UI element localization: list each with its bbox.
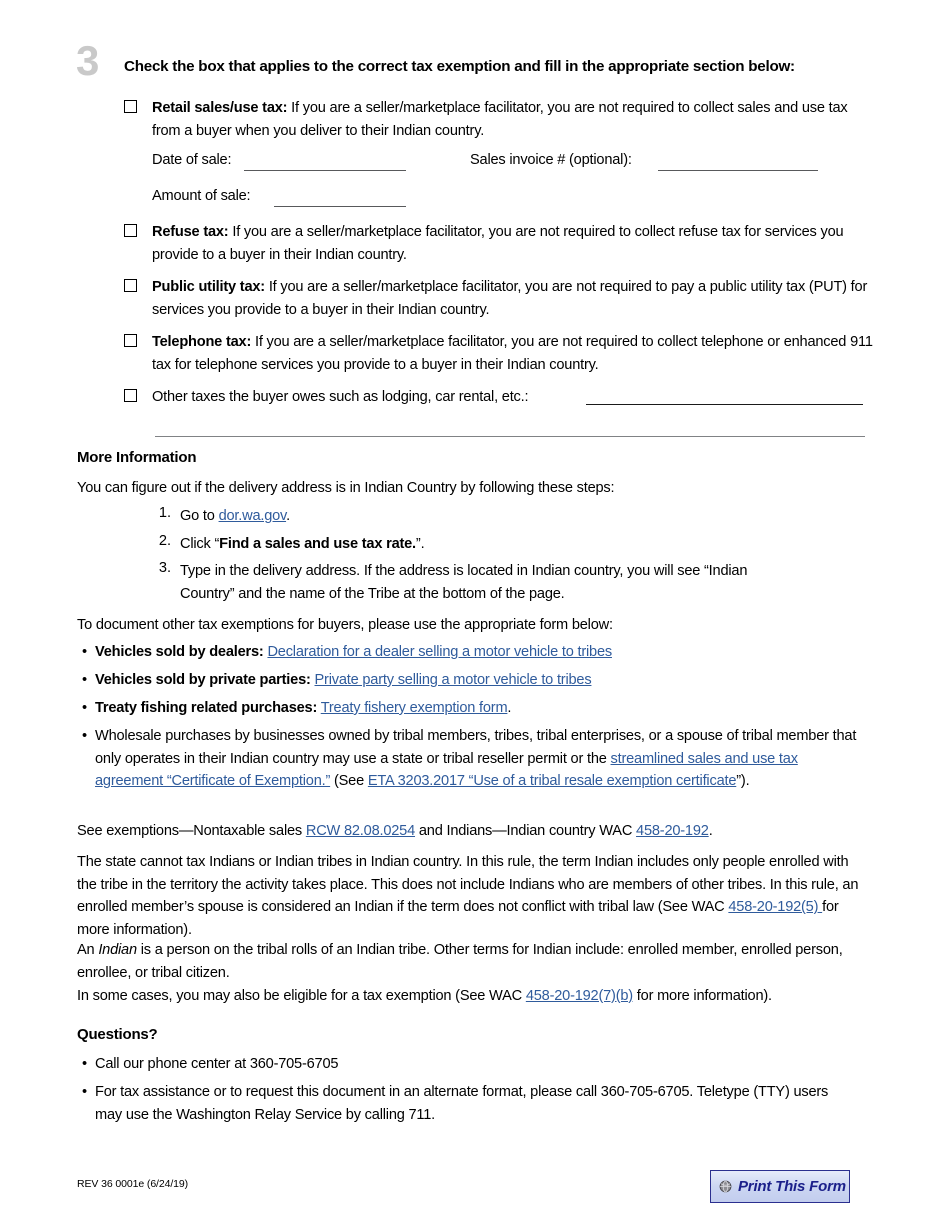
sales-invoice-input[interactable] xyxy=(658,170,818,171)
step-marker-1: 1. xyxy=(158,505,171,521)
some-cases-part1: In some cases, you may also be eligible … xyxy=(77,988,526,1004)
amount-of-sale-input[interactable] xyxy=(274,206,406,207)
paragraph-some-cases: In some cases, you may also be eligible … xyxy=(77,985,877,1008)
private-party-link[interactable]: Private party selling a motor vehicle to… xyxy=(315,672,592,688)
checkbox-label-other-taxes: Other taxes the buyer owes such as lodgi… xyxy=(152,386,876,409)
bullet-marker: • xyxy=(82,672,88,688)
see-exemptions-part2: and Indians—Indian country WAC xyxy=(415,823,637,839)
step-text-pre: Go to xyxy=(180,508,219,524)
checkbox-row-refuse-tax[interactable]: Refuse tax: If you are a seller/marketpl… xyxy=(124,221,876,266)
checkbox-bold-label: Telephone tax: xyxy=(152,334,252,350)
checkbox-label-telephone-tax: Telephone tax: If you are a seller/marke… xyxy=(152,331,876,376)
bullet-treaty-fishing: Treaty fishing related purchases: Treaty… xyxy=(95,697,875,720)
form-page: 3 Check the box that applies to the corr… xyxy=(0,0,950,1230)
checkbox-body-text: If you are a seller/marketplace facilita… xyxy=(152,334,873,373)
checkbox-row-other-taxes[interactable]: Other taxes the buyer owes such as lodgi… xyxy=(124,386,876,409)
dor-wa-gov-link[interactable]: dor.wa.gov xyxy=(219,508,287,524)
checkbox-bold-label: Refuse tax: xyxy=(152,224,229,240)
checkbox-bold-label: Retail sales/use tax: xyxy=(152,100,288,116)
bullet-marker: • xyxy=(82,700,88,716)
checkbox-row-telephone-tax[interactable]: Telephone tax: If you are a seller/marke… xyxy=(124,331,876,376)
paragraph-state-cannot-tax: The state cannot tax Indians or Indian t… xyxy=(77,851,866,941)
dealer-declaration-link[interactable]: Declaration for a dealer selling a motor… xyxy=(267,644,612,660)
checkbox-other-taxes[interactable] xyxy=(124,389,137,402)
bullet-wholesale-purchases: Wholesale purchases by businesses owned … xyxy=(95,725,867,793)
wac-458-20-192-7b-link[interactable]: 458-20-192(7)(b) xyxy=(526,988,633,1004)
section-divider xyxy=(155,436,865,437)
checkbox-label-retail-sales-use-tax: Retail sales/use tax: If you are a selle… xyxy=(152,97,876,142)
step-item-1: Go to dor.wa.gov. xyxy=(180,505,870,528)
printer-globe-icon xyxy=(719,1180,732,1193)
bullet-bold-label: Treaty fishing related purchases: xyxy=(95,700,318,716)
questions-bullet-phone: Call our phone center at 360-705-6705 xyxy=(95,1056,339,1072)
revision-code: REV 36 0001e (6/24/19) xyxy=(77,1178,189,1190)
checkbox-label-public-utility-tax: Public utility tax: If you are a seller/… xyxy=(152,276,876,321)
see-exemptions-part3: . xyxy=(708,823,713,839)
step-marker-2: 2. xyxy=(158,533,171,549)
bullet-marker: • xyxy=(82,1084,88,1100)
step-text-post: ”. xyxy=(415,536,425,552)
questions-bullet-tax-assistance: For tax assistance or to request this do… xyxy=(95,1084,829,1123)
treaty-fishery-link[interactable]: Treaty fishery exemption form xyxy=(321,700,508,716)
date-of-sale-label: Date of sale: xyxy=(152,152,232,168)
bullet-bold-label: Vehicles sold by private parties: xyxy=(95,672,311,688)
step-item-2: Click “Find a sales and use tax rate.”. xyxy=(180,533,870,556)
checkbox-body-text: If you are a seller/marketplace facilita… xyxy=(152,224,844,263)
bullet-marker: • xyxy=(82,728,88,744)
print-this-form-button[interactable]: Print This Form xyxy=(710,1170,850,1203)
eta-3203-link[interactable]: ETA 3203.2017 “Use of a tribal resale ex… xyxy=(368,773,737,789)
bullet-post: . xyxy=(507,700,512,716)
see-exemptions-part1: See exemptions—Nontaxable sales xyxy=(77,823,306,839)
other-taxes-input[interactable] xyxy=(586,404,863,405)
indian-def-part2: is a person on the tribal rolls of an In… xyxy=(77,942,843,981)
checkbox-public-utility-tax[interactable] xyxy=(124,279,137,292)
step-text-post: . xyxy=(286,508,290,524)
wac-458-20-192-5-link[interactable]: 458-20-192(5) xyxy=(728,899,822,915)
print-button-label: Print This Form xyxy=(738,1178,846,1195)
forms-intro-text: To document other tax exemptions for buy… xyxy=(77,617,613,633)
checkbox-label-refuse-tax: Refuse tax: If you are a seller/marketpl… xyxy=(152,221,876,266)
step-marker-3: 3. xyxy=(158,560,171,576)
bullet-marker: • xyxy=(82,644,88,660)
wholesale-part3: ”). xyxy=(736,773,750,789)
step-text-pre: Click “ xyxy=(180,536,220,552)
bullet-vehicles-sold-by-dealers: Vehicles sold by dealers: Declaration fo… xyxy=(95,641,875,664)
checkbox-row-public-utility-tax[interactable]: Public utility tax: If you are a seller/… xyxy=(124,276,876,321)
checkbox-retail-sales-use-tax[interactable] xyxy=(124,100,137,113)
bullet-vehicles-sold-by-private-parties: Vehicles sold by private parties: Privat… xyxy=(95,669,875,692)
bullet-marker: • xyxy=(82,1056,88,1072)
checkbox-row-retail-sales-use-tax[interactable]: Retail sales/use tax: If you are a selle… xyxy=(124,97,876,142)
some-cases-part2: for more information). xyxy=(632,988,772,1004)
step-number: 3 xyxy=(76,37,99,84)
bullet-bold-label: Vehicles sold by dealers: xyxy=(95,644,264,660)
wholesale-part2: (See xyxy=(330,773,368,789)
indian-def-part1: An xyxy=(77,942,99,958)
step-item-3: Type in the delivery address. If the add… xyxy=(180,563,748,602)
more-information-heading: More Information xyxy=(77,449,197,466)
more-information-intro: You can figure out if the delivery addre… xyxy=(77,480,615,496)
indian-def-italic: Indian xyxy=(98,942,137,958)
checkbox-refuse-tax[interactable] xyxy=(124,224,137,237)
step-title: Check the box that applies to the correc… xyxy=(124,58,795,75)
paragraph-see-exemptions: See exemptions—Nontaxable sales RCW 82.0… xyxy=(77,820,877,843)
paragraph-indian-definition: An Indian is a person on the tribal roll… xyxy=(77,939,877,984)
questions-heading: Questions? xyxy=(77,1026,158,1043)
date-of-sale-input[interactable] xyxy=(244,170,406,171)
amount-of-sale-label: Amount of sale: xyxy=(152,188,251,204)
checkbox-telephone-tax[interactable] xyxy=(124,334,137,347)
wac-458-20-192-link[interactable]: 458-20-192 xyxy=(636,823,709,839)
checkbox-body-text: Other taxes the buyer owes such as lodgi… xyxy=(152,389,529,405)
checkbox-bold-label: Public utility tax: xyxy=(152,279,265,295)
rcw-82-08-0254-link[interactable]: RCW 82.08.0254 xyxy=(306,823,415,839)
sales-invoice-label: Sales invoice # (optional): xyxy=(470,152,632,168)
step-text-bold: Find a sales and use tax rate. xyxy=(219,536,416,552)
